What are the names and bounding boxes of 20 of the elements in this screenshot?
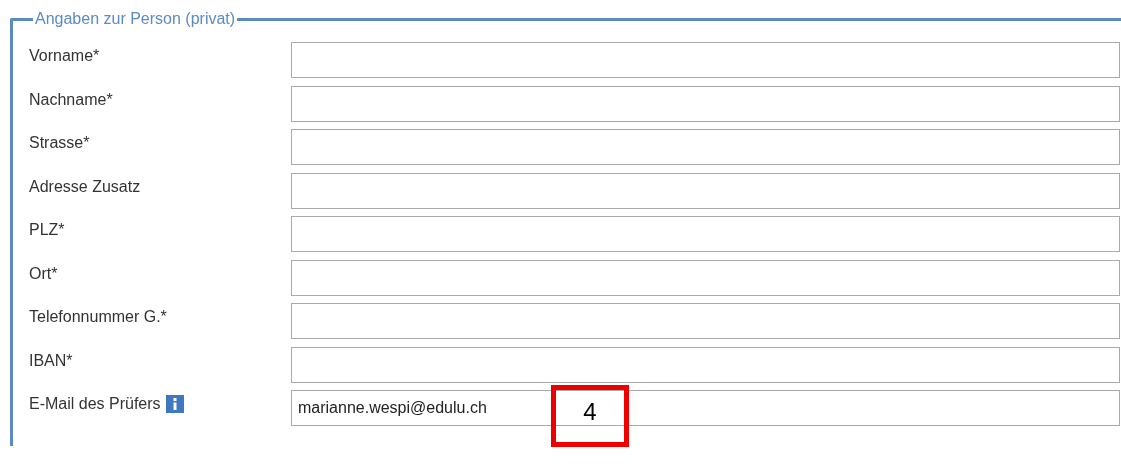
field-label: Adresse Zusatz xyxy=(29,177,141,196)
input-field[interactable] xyxy=(291,346,1120,383)
input-field[interactable] xyxy=(291,303,1120,339)
input-field[interactable] xyxy=(291,85,1120,122)
input-field[interactable] xyxy=(291,216,1120,252)
field-label: Vorname* xyxy=(29,47,100,65)
annotation-marker: 4 xyxy=(551,385,629,447)
field-label: PLZ* xyxy=(29,221,65,239)
field-label: E-Mail des Prüfers xyxy=(29,395,161,413)
field-label: Telefonnummer G.* xyxy=(29,308,167,326)
info-icon[interactable] xyxy=(165,395,184,413)
section-title: Angaben zur Person (privat) xyxy=(34,10,237,28)
field-label: Nachname* xyxy=(29,90,113,109)
field-label: Strasse* xyxy=(29,134,90,152)
field-label: IBAN* xyxy=(29,351,73,370)
input-field[interactable] xyxy=(291,129,1120,165)
input-field[interactable] xyxy=(291,42,1120,78)
field-label: Ort* xyxy=(29,264,58,283)
input-field[interactable] xyxy=(291,259,1120,296)
input-field[interactable] xyxy=(291,172,1120,209)
